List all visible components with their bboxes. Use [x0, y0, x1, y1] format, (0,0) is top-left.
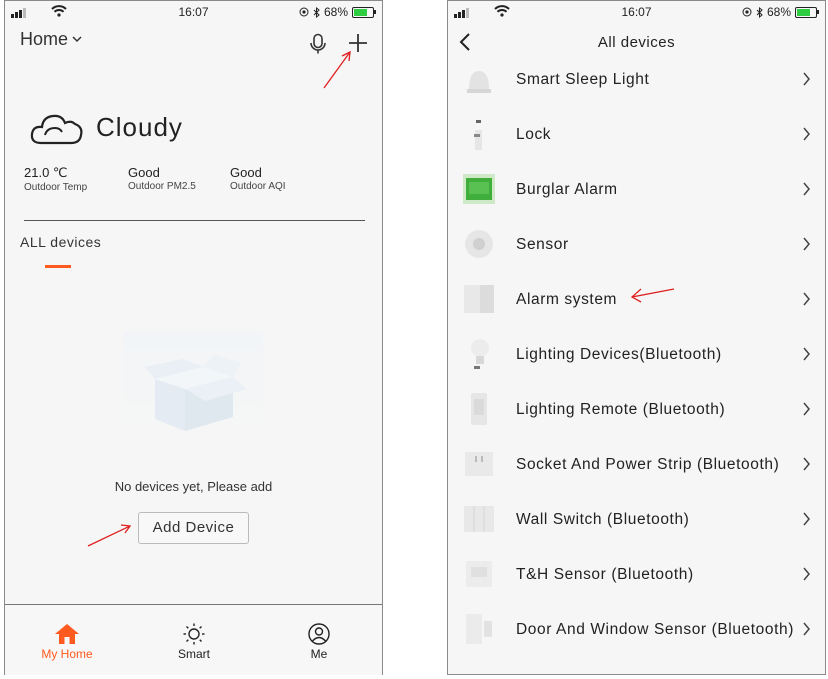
tab-underline [45, 265, 71, 268]
stat-label: Outdoor AQI [230, 181, 286, 192]
chevron-right-icon [803, 72, 810, 86]
chevron-right-icon [803, 512, 810, 526]
tab-bar: My Home Smart Me [5, 604, 382, 675]
tab-all-devices[interactable]: ALL devices [20, 234, 101, 250]
lock-icon [474, 120, 482, 150]
tab-smart[interactable]: Smart [154, 623, 234, 661]
chevron-down-icon [72, 36, 82, 43]
list-item-label: Alarm system [516, 291, 618, 308]
battery-percent: 68% [323, 5, 348, 19]
weather-condition: Cloudy [96, 112, 183, 142]
add-device-button[interactable]: Add Device [138, 512, 249, 544]
annotation-arrow-icon [630, 288, 675, 303]
socket-icon [465, 452, 493, 476]
list-item-label: Lock [516, 126, 552, 143]
tab-label: My Home [41, 647, 93, 661]
orientation-lock-icon [742, 7, 752, 17]
divider [24, 220, 365, 221]
battery-icon [795, 6, 819, 18]
th-sensor-icon [466, 561, 492, 587]
list-item-label: Lighting Remote (Bluetooth) [516, 401, 726, 418]
list-item[interactable]: Lock [448, 107, 825, 162]
stat-aqi: Good Outdoor AQI [230, 165, 286, 192]
list-item[interactable]: Lighting Devices(Bluetooth) [448, 327, 825, 382]
home-title: Home [20, 29, 69, 49]
bluetooth-icon [756, 6, 763, 18]
chevron-right-icon [803, 622, 810, 636]
chevron-right-icon [803, 567, 810, 581]
person-icon [308, 623, 330, 645]
stat-temp: 21.0 ℃ Outdoor Temp [24, 165, 87, 193]
list-item[interactable]: Smart Sleep Light [448, 52, 825, 107]
tab-label: Me [310, 647, 328, 661]
home-screen: 16:07 68% Home Cloudy 21.0 ℃ Outdoor Tem… [4, 0, 383, 675]
bluetooth-icon [313, 6, 320, 18]
cloud-icon [30, 114, 83, 145]
home-icon [55, 624, 79, 644]
tab-label: Smart [177, 647, 210, 661]
status-bar: 16:07 68% [448, 1, 825, 23]
sleep-light-icon [467, 71, 491, 93]
alarm-system-icon [464, 285, 494, 313]
list-item-label: Wall Switch (Bluetooth) [516, 511, 690, 528]
empty-box-icon [123, 331, 263, 441]
list-item-label: Burglar Alarm [516, 181, 618, 198]
stat-label: Outdoor Temp [24, 182, 88, 193]
chevron-right-icon [803, 127, 810, 141]
door-sensor-icon [466, 614, 492, 644]
all-devices-screen: 16:07 68% All devices Smart Sleep Light … [447, 0, 826, 675]
chevron-right-icon [803, 292, 810, 306]
list-item[interactable]: Door And Window Sensor (Bluetooth) [448, 602, 825, 657]
empty-state-text: No devices yet, Please add [114, 479, 273, 494]
burglar-alarm-icon [463, 174, 495, 204]
list-item-label: Door And Window Sensor (Bluetooth) [516, 621, 795, 638]
list-item-label: Lighting Devices(Bluetooth) [516, 346, 722, 363]
wall-switch-icon [464, 506, 494, 532]
remote-icon [471, 393, 487, 425]
device-category-list: Smart Sleep Light Lock Burglar Alarm Sen… [448, 51, 825, 674]
sensor-icon [465, 230, 493, 258]
home-selector[interactable]: Home [20, 29, 82, 50]
stat-label: Outdoor PM2.5 [128, 181, 196, 192]
annotation-arrow-icon [87, 524, 132, 547]
list-item[interactable]: Burglar Alarm [448, 162, 825, 217]
chevron-right-icon [803, 347, 810, 361]
list-item-label: Smart Sleep Light [516, 71, 650, 88]
annotation-arrow-icon [323, 50, 351, 89]
page-title: All devices [597, 34, 676, 51]
list-item[interactable]: T&H Sensor (Bluetooth) [448, 547, 825, 602]
battery-percent: 68% [766, 5, 791, 19]
stat-pm25: Good Outdoor PM2.5 [128, 165, 196, 192]
list-item[interactable]: Sensor [448, 217, 825, 272]
list-item-label: T&H Sensor (Bluetooth) [516, 566, 694, 583]
device-thumbnail-icon [462, 666, 496, 674]
orientation-lock-icon [299, 7, 309, 17]
battery-icon [352, 6, 376, 18]
stat-value: Good [128, 165, 160, 180]
status-bar: 16:07 68% [5, 1, 382, 23]
tab-me[interactable]: Me [279, 623, 359, 661]
stat-value: 21.0 ℃ [24, 165, 68, 180]
list-item-label: Socket And Power Strip (Bluetooth) [516, 456, 780, 473]
bulb-icon [471, 339, 489, 369]
list-item[interactable] [448, 657, 825, 674]
chevron-right-icon [803, 457, 810, 471]
chevron-right-icon [803, 237, 810, 251]
list-item-label: Sensor [516, 236, 569, 253]
list-item[interactable]: Wall Switch (Bluetooth) [448, 492, 825, 547]
list-item[interactable]: Lighting Remote (Bluetooth) [448, 382, 825, 437]
list-item[interactable]: Socket And Power Strip (Bluetooth) [448, 437, 825, 492]
chevron-right-icon [803, 402, 810, 416]
sun-icon [183, 623, 205, 645]
stat-value: Good [230, 165, 262, 180]
chevron-right-icon [803, 182, 810, 196]
tab-my-home[interactable]: My Home [27, 623, 107, 661]
